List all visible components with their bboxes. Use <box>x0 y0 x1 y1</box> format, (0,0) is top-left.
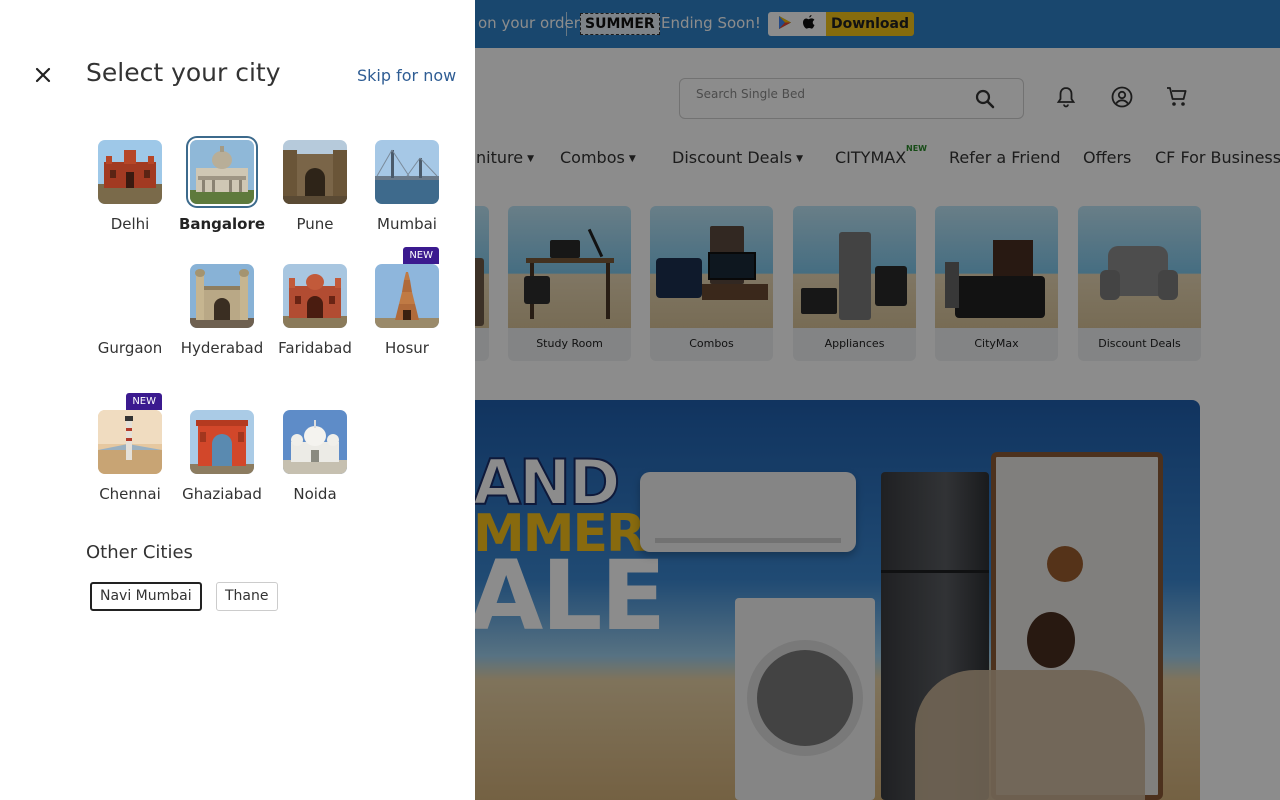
city-option-mumbai[interactable]: Mumbai <box>362 140 452 233</box>
close-button[interactable] <box>30 62 56 88</box>
city-name: Hyderabad <box>180 339 264 357</box>
drawer-title: Select your city <box>86 58 281 87</box>
new-tag: NEW <box>126 393 162 410</box>
city-chip-thane[interactable]: Thane <box>216 582 278 611</box>
delhi-landmark-image <box>98 140 162 204</box>
city-chip-navi-mumbai[interactable]: Navi Mumbai <box>90 582 202 611</box>
city-name: Chennai <box>99 485 161 503</box>
city-name: Hosur <box>385 339 429 357</box>
ghaziabad-landmark-image <box>190 410 254 474</box>
close-icon[interactable] <box>30 62 56 88</box>
city-option-delhi[interactable]: Delhi <box>85 140 175 233</box>
city-name: Mumbai <box>377 215 437 233</box>
new-tag: NEW <box>403 247 439 264</box>
city-option-hyderabad[interactable]: Hyderabad <box>177 264 267 357</box>
city-name: Bangalore <box>178 215 266 233</box>
skip-for-now-link[interactable]: Skip for now <box>357 66 456 85</box>
other-cities-heading: Other Cities <box>86 542 193 563</box>
city-name: Delhi <box>110 215 150 233</box>
city-name: Faridabad <box>278 339 352 357</box>
chennai-landmark-image <box>98 410 162 474</box>
city-option-gurgaon[interactable]: Gurgaon <box>85 264 175 357</box>
city-option-ghaziabad[interactable]: Ghaziabad <box>177 410 267 503</box>
noida-landmark-image <box>283 410 347 474</box>
city-name: Pune <box>296 215 334 233</box>
faridabad-landmark-image <box>283 264 347 328</box>
city-name: Noida <box>293 485 337 503</box>
city-option-noida[interactable]: Noida <box>270 410 360 503</box>
gurgaon-landmark-image <box>98 264 162 328</box>
hosur-landmark-image <box>375 264 439 328</box>
hyderabad-landmark-image <box>190 264 254 328</box>
city-option-pune[interactable]: Pune <box>270 140 360 233</box>
bangalore-landmark-image <box>190 140 254 204</box>
city-option-hosur[interactable]: NEW Hosur <box>362 247 452 357</box>
city-option-chennai[interactable]: NEW Chennai <box>85 393 175 503</box>
city-name: Gurgaon <box>97 339 163 357</box>
mumbai-landmark-image <box>375 140 439 204</box>
city-option-faridabad[interactable]: Faridabad <box>270 264 360 357</box>
city-select-drawer: Select your city Skip for now Delhi Bang… <box>0 0 475 800</box>
city-name: Ghaziabad <box>182 485 262 503</box>
pune-landmark-image <box>283 140 347 204</box>
city-option-bangalore[interactable]: Bangalore <box>177 140 267 233</box>
